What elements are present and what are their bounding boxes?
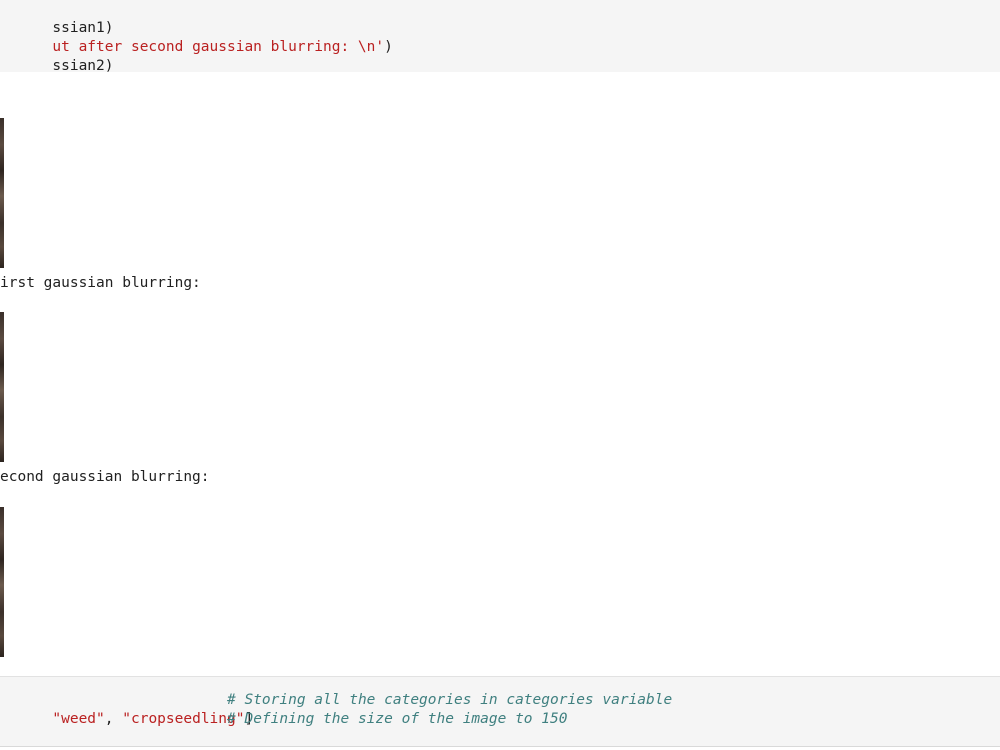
code-token: ) [384,39,393,55]
output-label-first-blur: irst gaussian blurring: [0,275,201,291]
code-token: , [104,711,123,727]
notebook-page: ssian1) ut after second gaussian blurrin… [0,0,1000,750]
code-comment-image-size: # Defining the size of the image to 150 [227,711,568,727]
output-image-second-blur [0,507,4,657]
code-string: "weed" [52,711,105,727]
code-cell-top[interactable]: ssian1) ut after second gaussian blurrin… [0,0,1000,74]
cell-output-area: irst gaussian blurring: econd gaussian b… [0,72,1000,676]
output-label-second-blur: econd gaussian blurring: [0,469,210,485]
output-image-first-blur [0,312,4,462]
output-image-original [0,118,4,268]
code-line-categories: "weed", "cropseedling"] [0,691,253,748]
code-cell-bottom[interactable]: "weed", "cropseedling"] # Storing all th… [0,676,1000,747]
code-comment-categories: # Storing all the categories in categori… [227,692,673,708]
